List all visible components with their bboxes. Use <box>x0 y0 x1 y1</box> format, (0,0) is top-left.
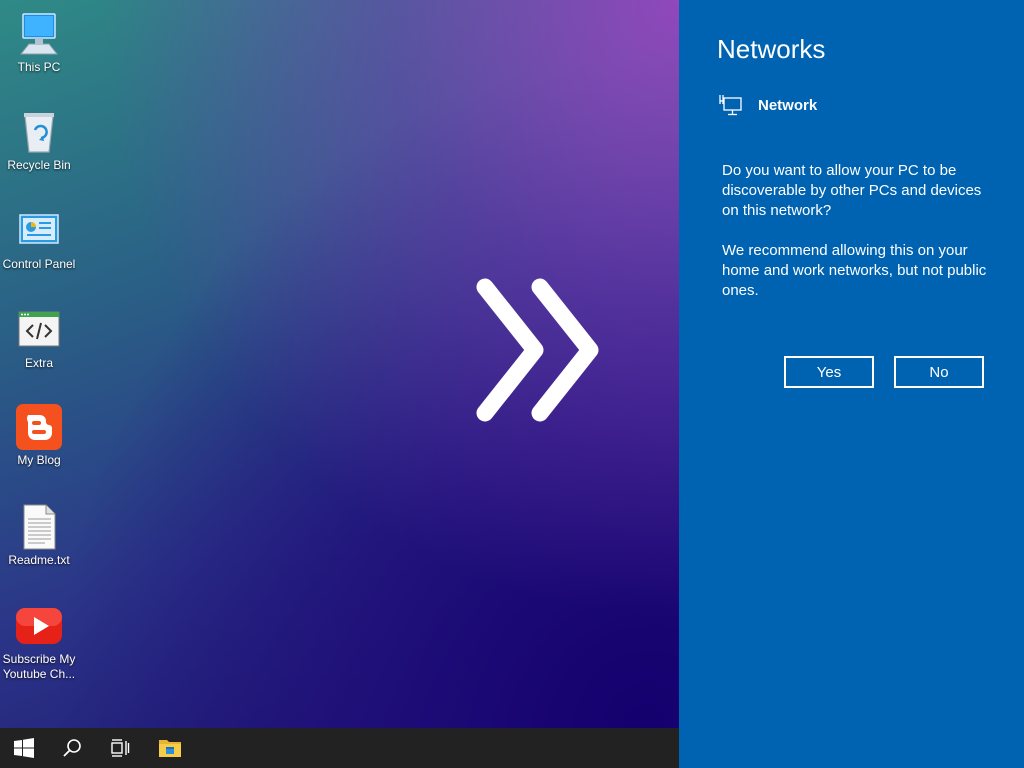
text-file-icon <box>23 504 56 550</box>
desktop-icon-label: My Blog <box>17 453 61 467</box>
desktop-icon-label: Subscribe My Youtube Ch... <box>2 652 76 681</box>
desktop-icon-control-panel[interactable]: Control Panel <box>0 207 78 272</box>
no-button[interactable]: No <box>894 356 984 388</box>
blogger-icon <box>16 404 62 450</box>
desktop-icon-label: Extra <box>24 356 53 370</box>
panel-title: Networks <box>717 34 826 64</box>
desktop-icon-this-pc[interactable]: This PC <box>0 10 78 75</box>
yes-button[interactable]: Yes <box>784 356 874 388</box>
code-window-icon <box>18 311 60 347</box>
desktop-icon-label: Recycle Bin <box>7 158 71 172</box>
search-icon <box>63 739 81 757</box>
network-row: Network <box>719 94 817 116</box>
file-explorer-icon <box>159 740 181 757</box>
file-explorer-button[interactable] <box>146 728 194 768</box>
recommendation-text: We recommend allowing this on your home … <box>722 242 987 299</box>
ethernet-network-icon <box>719 95 742 116</box>
start-button[interactable] <box>0 728 48 768</box>
recycle-bin-icon <box>24 113 54 153</box>
task-view-icon <box>111 739 130 757</box>
desktop-icon-my-blog[interactable]: My Blog <box>0 403 78 468</box>
desktop-wallpaper <box>0 0 679 728</box>
double-chevron-right-icon <box>476 278 599 422</box>
task-view-button[interactable] <box>96 728 144 768</box>
desktop-icon-label: Control Panel <box>2 257 76 271</box>
desktop-icon-label: Readme.txt <box>8 553 70 567</box>
youtube-icon <box>16 608 62 644</box>
desktop-icon-label: This PC <box>17 60 61 74</box>
desktop-icon-youtube[interactable]: Subscribe My Youtube Ch... <box>0 602 78 682</box>
computer-icon <box>19 13 59 55</box>
desktop-icon-recycle-bin[interactable]: Recycle Bin <box>0 108 78 173</box>
networks-panel: Networks Network Do you want to allow yo… <box>679 0 1024 768</box>
discoverable-question: Do you want to allow your PC to be disco… <box>722 162 982 219</box>
windows-start-icon <box>14 738 34 758</box>
desktop-icon-extra[interactable]: Extra <box>0 306 78 371</box>
control-panel-icon <box>19 214 59 244</box>
network-name: Network <box>758 96 818 114</box>
search-button[interactable] <box>48 728 96 768</box>
taskbar <box>0 728 679 768</box>
desktop-icon-readme[interactable]: Readme.txt <box>0 503 78 568</box>
